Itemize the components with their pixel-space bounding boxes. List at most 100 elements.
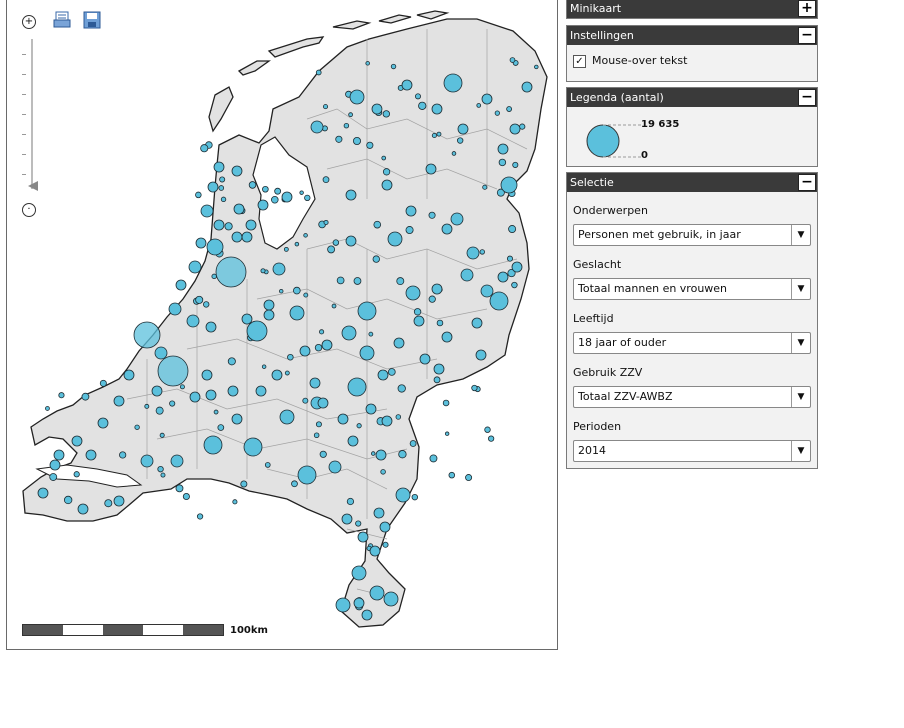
expand-minimap-button[interactable]: + <box>798 0 816 17</box>
municipality-bubble[interactable] <box>383 591 399 607</box>
municipality-bubble[interactable] <box>343 123 350 129</box>
municipality-bubble[interactable] <box>123 369 135 381</box>
municipality-bubble[interactable] <box>81 392 90 401</box>
municipality-bubble[interactable] <box>498 158 507 167</box>
municipality-bubble[interactable] <box>53 449 65 461</box>
municipality-bubble[interactable] <box>186 314 200 328</box>
municipality-bubble[interactable] <box>218 185 225 191</box>
municipality-bubble[interactable] <box>261 364 267 369</box>
municipality-bubble[interactable] <box>303 233 308 238</box>
municipality-bubble[interactable] <box>497 143 509 155</box>
municipality-bubble[interactable] <box>313 432 320 439</box>
municipality-bubble[interactable] <box>154 346 168 360</box>
municipality-bubble[interactable] <box>382 168 391 176</box>
municipality-bubble[interactable] <box>431 283 443 295</box>
municipality-bubble[interactable] <box>49 473 58 481</box>
municipality-bubble[interactable] <box>240 480 248 488</box>
municipality-bubble[interactable] <box>77 503 89 515</box>
municipality-bubble[interactable] <box>397 384 406 393</box>
municipality-bubble[interactable] <box>346 497 355 506</box>
collapse-settings-button[interactable]: − <box>798 27 816 44</box>
municipality-bubble[interactable] <box>480 284 494 298</box>
municipality-bubble[interactable] <box>380 469 386 475</box>
municipality-bubble[interactable] <box>365 61 370 66</box>
municipality-bubble[interactable] <box>255 385 267 397</box>
municipality-bubble[interactable] <box>327 245 336 254</box>
chevron-down-icon[interactable]: ▼ <box>791 225 810 245</box>
municipality-bubble[interactable] <box>248 181 257 189</box>
municipality-bubble[interactable] <box>466 246 480 260</box>
municipality-bubble[interactable] <box>359 345 375 361</box>
municipality-bubble[interactable] <box>104 499 113 508</box>
municipality-bubble[interactable] <box>284 370 290 376</box>
municipality-bubble[interactable] <box>227 357 236 366</box>
municipality-bubble[interactable] <box>534 64 539 70</box>
select-geslacht[interactable]: Totaal mannen en vrouwen ▼ <box>573 278 811 300</box>
municipality-bubble[interactable] <box>213 219 225 231</box>
municipality-bubble[interactable] <box>352 136 362 146</box>
municipality-bubble[interactable] <box>396 277 405 286</box>
municipality-bubble[interactable] <box>373 507 385 519</box>
municipality-bubble[interactable] <box>500 176 518 194</box>
municipality-bubble[interactable] <box>299 345 311 357</box>
minimap-header[interactable]: Minikaart + <box>567 0 817 18</box>
municipality-bubble[interactable] <box>353 277 362 285</box>
municipality-bubble[interactable] <box>508 225 517 233</box>
select-perioden[interactable]: 2014 ▼ <box>573 440 811 462</box>
municipality-bubble[interactable] <box>113 395 125 407</box>
municipality-bubble[interactable] <box>382 110 390 118</box>
print-icon[interactable] <box>53 11 71 29</box>
municipality-bubble[interactable] <box>373 220 382 229</box>
municipality-bubble[interactable] <box>489 291 509 311</box>
municipality-bubble[interactable] <box>347 435 359 447</box>
municipality-bubble[interactable] <box>231 413 243 425</box>
municipality-bubble[interactable] <box>134 424 140 430</box>
municipality-bubble[interactable] <box>337 413 349 425</box>
municipality-bubble[interactable] <box>205 321 217 333</box>
municipality-bubble[interactable] <box>405 205 417 217</box>
municipality-bubble[interactable] <box>381 415 393 427</box>
municipality-bubble[interactable] <box>335 597 351 613</box>
municipality-bubble[interactable] <box>322 104 329 110</box>
municipality-bubble[interactable] <box>144 403 150 409</box>
municipality-bubble[interactable] <box>231 231 243 243</box>
municipality-bubble[interactable] <box>159 432 165 438</box>
municipality-bubble[interactable] <box>310 120 324 134</box>
municipality-bubble[interactable] <box>151 385 163 397</box>
municipality-bubble[interactable] <box>201 369 213 381</box>
zoom-in-icon[interactable]: + <box>22 15 36 29</box>
select-leeftijd[interactable]: 18 jaar of ouder ▼ <box>573 332 811 354</box>
municipality-bubble[interactable] <box>361 609 373 621</box>
municipality-bubble[interactable] <box>341 513 353 525</box>
municipality-bubble[interactable] <box>205 389 217 401</box>
municipality-bubble[interactable] <box>155 406 164 415</box>
municipality-bubble[interactable] <box>188 260 202 274</box>
municipality-bubble[interactable] <box>302 397 309 404</box>
settings-header[interactable]: Instellingen − <box>567 26 817 45</box>
municipality-bubble[interactable] <box>63 495 73 505</box>
municipality-bubble[interactable] <box>511 281 518 289</box>
municipality-bubble[interactable] <box>409 440 417 447</box>
municipality-bubble[interactable] <box>341 325 357 341</box>
municipality-bubble[interactable] <box>387 231 403 247</box>
municipality-bubble[interactable] <box>113 495 125 507</box>
municipality-bubble[interactable] <box>395 414 402 420</box>
municipality-bubble[interactable] <box>206 238 224 256</box>
municipality-bubble[interactable] <box>215 256 247 288</box>
municipality-bubble[interactable] <box>332 239 340 246</box>
municipality-bubble[interactable] <box>294 241 300 247</box>
municipality-bubble[interactable] <box>419 353 431 365</box>
municipality-bubble[interactable] <box>379 521 391 533</box>
municipality-bubble[interactable] <box>175 484 184 493</box>
municipality-bubble[interactable] <box>511 261 523 273</box>
municipality-bubble[interactable] <box>387 368 396 376</box>
municipality-bubble[interactable] <box>45 406 50 411</box>
municipality-bubble[interactable] <box>328 460 342 474</box>
municipality-bubble[interactable] <box>433 363 445 375</box>
municipality-bubble[interactable] <box>395 487 411 503</box>
municipality-bubble[interactable] <box>351 565 367 581</box>
municipality-bubble[interactable] <box>297 465 317 485</box>
select-onderwerpen[interactable]: Personen met gebruik, in jaar ▼ <box>573 224 811 246</box>
municipality-bubble[interactable] <box>433 376 441 384</box>
municipality-bubble[interactable] <box>241 313 253 325</box>
